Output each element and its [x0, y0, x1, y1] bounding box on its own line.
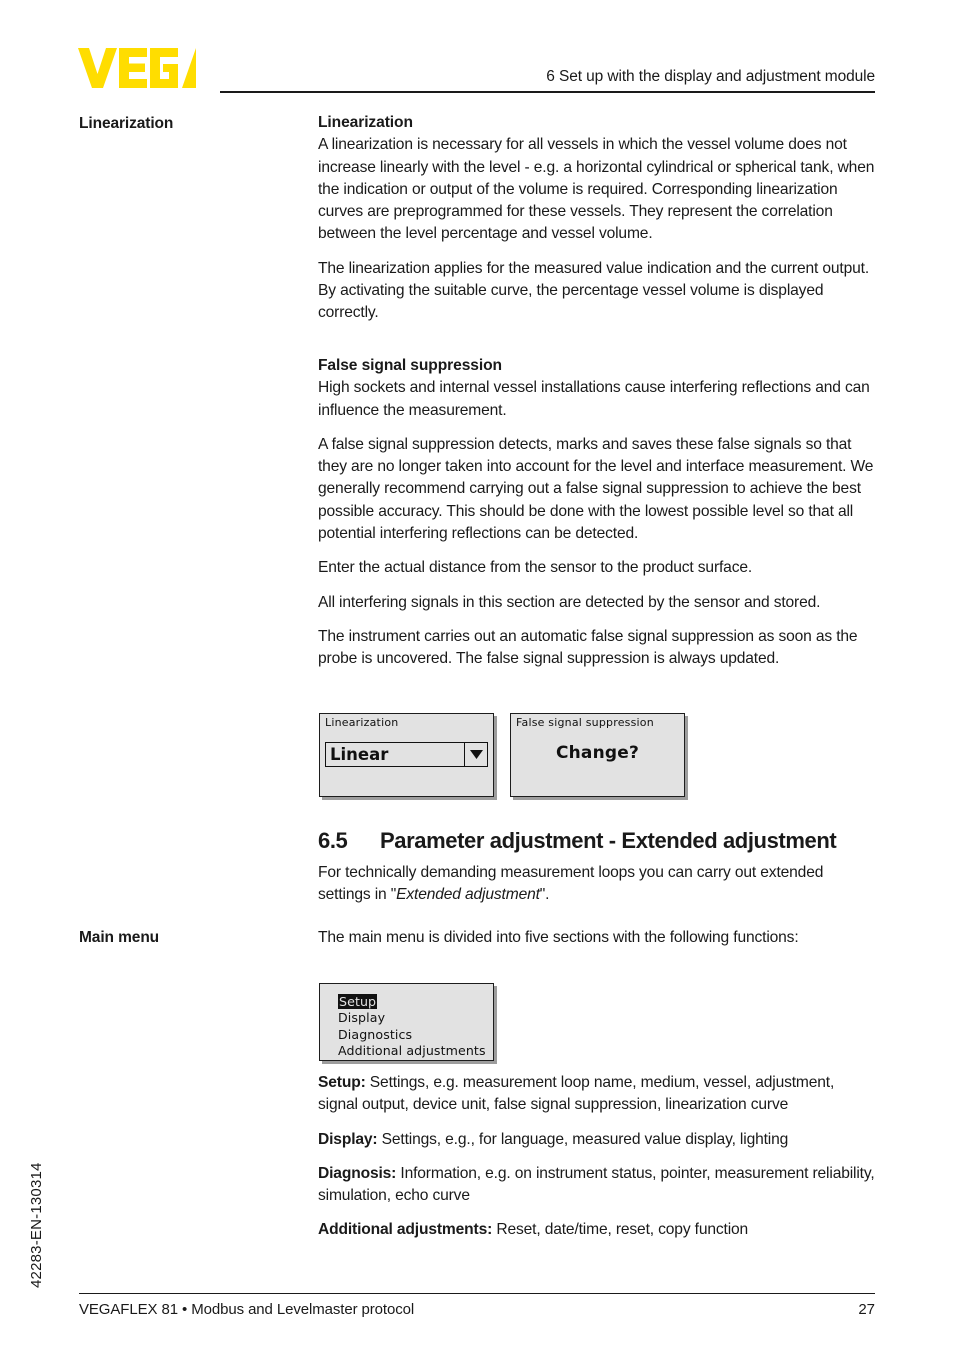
footer-product-name: VEGAFLEX 81 • Modbus and Levelmaster pro… — [79, 1301, 415, 1318]
lcd-menu-item-additional-adjustments[interactable]: Additional adjustments — [338, 1043, 486, 1058]
lcd-menu-item-setup[interactable]: Setup — [338, 994, 378, 1010]
lcd-menu-row: Setup — [338, 993, 489, 1010]
footer-divider — [79, 1293, 875, 1295]
false-signal-paragraph-3: Enter the actual distance from the senso… — [318, 559, 753, 577]
menu-description-term: Diagnosis: — [318, 1164, 397, 1182]
lcd-menu-item-display[interactable]: Display — [338, 1010, 385, 1025]
false-signal-paragraph-5: The instrument carries out an automatic … — [318, 627, 858, 668]
intro-italic-term: Extended adjustment — [396, 886, 540, 904]
lcd-menu-item-info[interactable]: Info — [338, 1060, 362, 1061]
false-signal-suppression-block: False signal suppression High sockets an… — [318, 355, 876, 683]
main-menu-intro-block: The main menu is divided into five secti… — [318, 927, 876, 961]
main-menu-descriptions-block: Setup: Settings, e.g. measurement loop n… — [318, 1072, 876, 1254]
linearization-block: Linearization A linearization is necessa… — [318, 112, 876, 337]
margin-label-main-menu: Main menu — [79, 929, 160, 946]
chapter-title: 6 Set up with the display and adjustment… — [546, 68, 875, 85]
lcd-linearization-display: Linearization Linear — [319, 713, 494, 797]
false-signal-paragraph-1: High sockets and internal vessel install… — [318, 379, 870, 419]
menu-description-term: Additional adjustments: — [318, 1221, 493, 1239]
menu-description-term: Display: — [318, 1130, 378, 1148]
lcd-fss-change-prompt[interactable]: Change? — [511, 743, 684, 763]
page-number: 27 — [858, 1301, 875, 1318]
document-code: 42283-EN-130314 — [28, 1162, 45, 1288]
lcd-menu-row: Display — [338, 1009, 489, 1025]
lcd-linearization-title: Linearization — [325, 716, 399, 729]
chevron-down-icon[interactable] — [464, 743, 487, 766]
menu-description-setup: Setup: Settings, e.g. measurement loop n… — [318, 1072, 876, 1117]
section-6-5-block: 6.5 Parameter adjustment - Extended adjus… — [318, 827, 876, 919]
section-6-5-intro: For technically demanding measurement lo… — [318, 862, 876, 907]
lcd-false-signal-suppression-display: False signal suppression Change? — [510, 713, 685, 797]
menu-description-text: Settings, e.g. measurement loop name, me… — [318, 1074, 835, 1114]
margin-label-linearization: Linearization — [79, 115, 174, 132]
section-title: Parameter adjustment - Extended adjustme… — [380, 828, 837, 853]
lcd-linearization-selected-value: Linear — [330, 744, 389, 764]
linearization-paragraph-2: The linearization applies for the measur… — [318, 259, 870, 322]
lcd-fss-title: False signal suppression — [516, 716, 654, 729]
false-signal-paragraph-4: All interfering signals in this section … — [318, 593, 821, 611]
lcd-main-menu-list: Setup Display Diagnostics Additional adj… — [338, 993, 489, 1061]
false-signal-subheading: False signal suppression — [318, 357, 502, 374]
menu-description-text: Information, e.g. on instrument status, … — [318, 1164, 875, 1205]
lcd-menu-row: Info — [338, 1059, 489, 1061]
linearization-subheading: Linearization — [318, 114, 413, 131]
section-6-5-heading: 6.5 Parameter adjustment - Extended adjus… — [318, 827, 876, 855]
menu-description-diagnosis: Diagnosis: Information, e.g. on instrume… — [318, 1163, 876, 1208]
false-signal-paragraph-2: A false signal suppression detects, mark… — [318, 435, 874, 543]
document-page: 6 Set up with the display and adjustment… — [0, 0, 954, 1354]
menu-description-additional-adjustments: Additional adjustments: Reset, date/time… — [318, 1219, 876, 1241]
header-divider — [220, 91, 875, 93]
menu-description-text: Settings, e.g., for language, measured v… — [377, 1130, 789, 1148]
intro-prefix: For technically demanding measurement lo… — [318, 864, 824, 904]
menu-description-display: Display: Settings, e.g., for language, m… — [318, 1129, 876, 1151]
section-number: 6.5 — [318, 828, 348, 853]
vega-logo — [78, 48, 196, 88]
page-header: 6 Set up with the display and adjustment… — [0, 0, 954, 96]
lcd-menu-row: Diagnostics — [338, 1026, 489, 1042]
lcd-menu-item-diagnostics[interactable]: Diagnostics — [338, 1027, 412, 1042]
lcd-linearization-dropdown[interactable]: Linear — [325, 742, 488, 767]
intro-suffix: ". — [539, 886, 550, 904]
linearization-paragraph-1: A linearization is necessary for all ves… — [318, 136, 875, 243]
lcd-main-menu-display: Setup Display Diagnostics Additional adj… — [319, 983, 494, 1061]
lcd-menu-row: Additional adjustments — [338, 1042, 489, 1058]
main-menu-intro: The main menu is divided into five secti… — [318, 929, 799, 946]
menu-description-text: Reset, date/time, reset, copy function — [492, 1221, 749, 1239]
menu-description-term: Setup: — [318, 1074, 366, 1091]
